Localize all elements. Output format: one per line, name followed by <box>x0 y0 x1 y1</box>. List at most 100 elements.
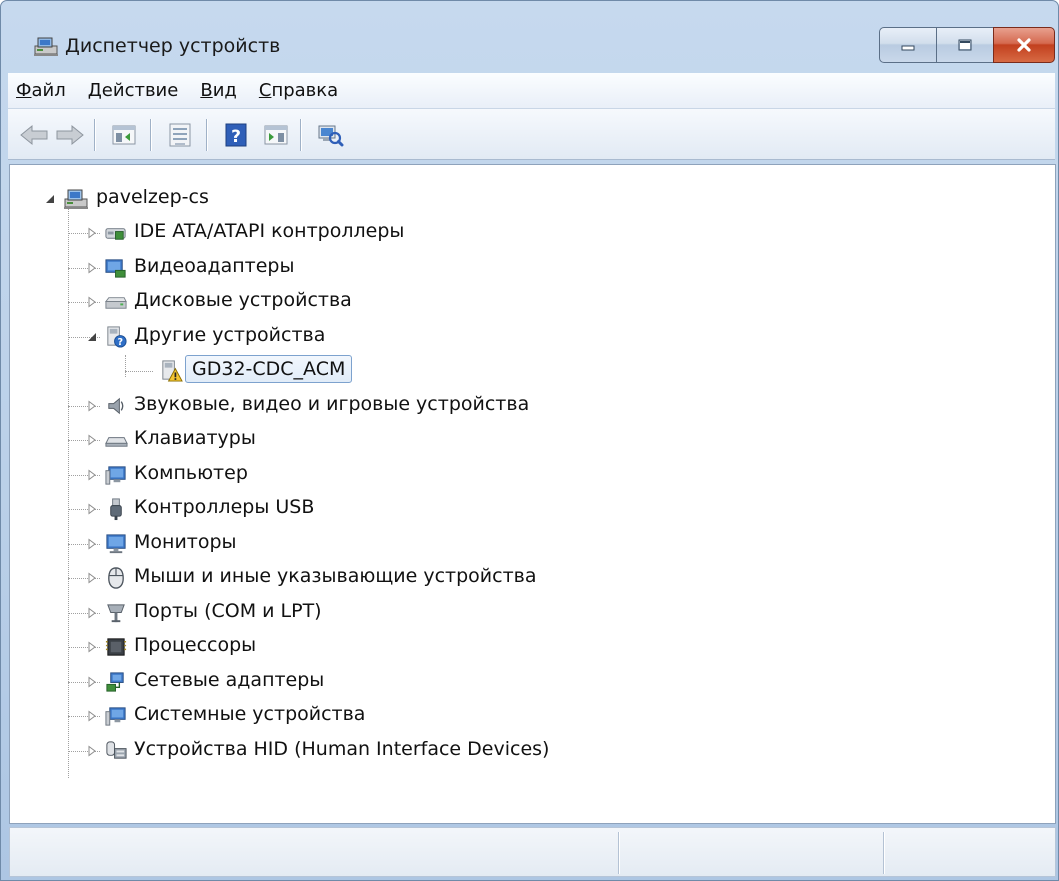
tree-category-label: Видеоадаптеры <box>134 254 295 277</box>
tree-guide-line <box>125 355 126 377</box>
menu-view-accel: В <box>200 80 213 101</box>
scan-hardware-icon <box>318 125 344 147</box>
hid-device-icon <box>106 740 127 759</box>
tree-category-label: Мониторы <box>134 530 237 553</box>
back-button[interactable] <box>18 119 50 151</box>
expand-triangle-icon[interactable] <box>86 538 98 550</box>
toolbar-separator <box>150 119 151 151</box>
toolbar-separator <box>300 119 301 151</box>
menu-bar: Файл Действие Вид Справка <box>8 73 1055 109</box>
menu-file-accel: Ф <box>16 80 32 101</box>
tree-category-label: Контроллеры USB <box>134 496 315 518</box>
toolbar-separator <box>94 119 95 151</box>
action-pane-button[interactable] <box>260 119 292 151</box>
expand-triangle-icon[interactable] <box>86 434 98 446</box>
status-separator <box>883 832 884 874</box>
ide-controller-icon <box>105 228 126 240</box>
menu-help[interactable]: Справка <box>259 80 338 101</box>
minimize-button[interactable] <box>879 27 937 63</box>
properties-icon <box>169 123 191 147</box>
scan-hardware-button[interactable] <box>314 119 346 151</box>
expand-triangle-icon[interactable] <box>86 296 98 308</box>
speaker-icon <box>108 397 124 414</box>
expand-triangle-icon[interactable] <box>86 400 98 412</box>
menu-file[interactable]: Файл <box>16 80 66 101</box>
tree-category-label: Процессоры <box>134 634 257 656</box>
expand-triangle-icon[interactable] <box>86 572 98 584</box>
toolbar: ? <box>8 109 1055 160</box>
tree-device-label: GD32-CDC_ACM <box>185 355 353 383</box>
minimize-icon <box>901 45 915 51</box>
device-manager-window: Диспетчер устройств Файл Действие Вид Сп… <box>0 0 1059 881</box>
tree-category-label: Сетевые адаптеры <box>134 668 325 691</box>
disk-drive-icon <box>104 297 127 309</box>
collapse-triangle-icon[interactable] <box>44 193 56 205</box>
menu-help-label: правка <box>271 80 339 101</box>
show-hide-tree-button[interactable] <box>108 119 140 151</box>
tree-category-label: Клавиатуры <box>134 427 256 449</box>
system-device-icon <box>105 707 126 726</box>
expand-triangle-icon[interactable] <box>86 745 98 757</box>
expand-triangle-icon[interactable] <box>86 262 98 274</box>
forward-arrow-icon <box>56 124 84 146</box>
expand-triangle-icon[interactable] <box>86 676 98 688</box>
expand-triangle-icon[interactable] <box>86 469 98 481</box>
tree-category-label: IDE ATA/ATAPI контроллеры <box>134 220 405 242</box>
action-pane-icon <box>264 125 288 145</box>
svg-text:?: ? <box>231 127 241 147</box>
help-button[interactable]: ? <box>220 119 252 151</box>
mouse-icon <box>108 567 124 589</box>
menu-view[interactable]: Вид <box>200 80 237 101</box>
tree-category-label: Порты (COM и LPT) <box>134 599 322 622</box>
close-icon <box>1017 38 1031 52</box>
processor-icon <box>105 638 127 656</box>
computer-icon <box>64 189 88 209</box>
keyboard-icon <box>105 437 128 447</box>
status-separator <box>618 832 619 874</box>
menu-help-accel: С <box>258 80 272 101</box>
window-title: Диспетчер устройств <box>65 35 281 57</box>
svg-text:?: ? <box>118 337 124 348</box>
unknown-device-icon: ? <box>107 325 127 348</box>
maximize-button[interactable] <box>936 27 994 63</box>
display-adapter-icon <box>105 258 126 278</box>
help-icon: ? <box>225 123 247 147</box>
network-adapter-icon <box>106 671 124 692</box>
port-icon <box>107 603 125 622</box>
back-arrow-icon <box>20 124 48 146</box>
tree-guide-line <box>125 371 153 372</box>
tree-root-label: pavelzep-cs <box>96 186 209 208</box>
caption-buttons <box>879 27 1055 63</box>
tree-category-label: Мыши и иные указывающие устройства <box>134 565 537 587</box>
collapse-triangle-icon[interactable] <box>86 331 98 343</box>
tree-category-label: Другие устройства <box>134 323 326 346</box>
usb-plug-icon <box>110 498 122 521</box>
computer-monitor-icon <box>105 465 126 485</box>
close-button[interactable] <box>993 27 1055 63</box>
properties-button[interactable] <box>164 119 196 151</box>
warning-device-icon <box>162 360 183 382</box>
maximize-icon <box>958 39 972 51</box>
status-bar <box>9 827 1056 877</box>
menu-action[interactable]: Действие <box>88 80 179 101</box>
tree-category-label: Дисковые устройства <box>134 289 352 311</box>
tree-category-label: Системные устройства <box>134 703 366 725</box>
menu-file-label: айл <box>31 80 66 101</box>
toolbar-separator <box>206 119 207 151</box>
title-bar[interactable]: Диспетчер устройств <box>1 1 1058 71</box>
tree-category-label: Устройства HID (Human Interface Devices) <box>134 737 550 760</box>
expand-triangle-icon[interactable] <box>86 710 98 722</box>
device-tree[interactable]: pavelzep-cs IDE ATA/ATAPI контроллеры Вид… <box>9 164 1056 824</box>
menu-action-label: ействие <box>101 80 179 101</box>
forward-button[interactable] <box>54 119 86 151</box>
tree-category-label: Компьютер <box>134 461 248 484</box>
tree-guide-line <box>68 203 69 778</box>
expand-triangle-icon[interactable] <box>86 227 98 239</box>
tree-category-label: Звуковые, видео и игровые устройства <box>134 392 530 415</box>
show-hide-console-tree-icon <box>112 125 136 145</box>
expand-triangle-icon[interactable] <box>86 641 98 653</box>
menu-action-accel: Д <box>87 80 102 101</box>
expand-triangle-icon[interactable] <box>86 503 98 515</box>
menu-view-label: ид <box>212 80 237 101</box>
expand-triangle-icon[interactable] <box>86 607 98 619</box>
